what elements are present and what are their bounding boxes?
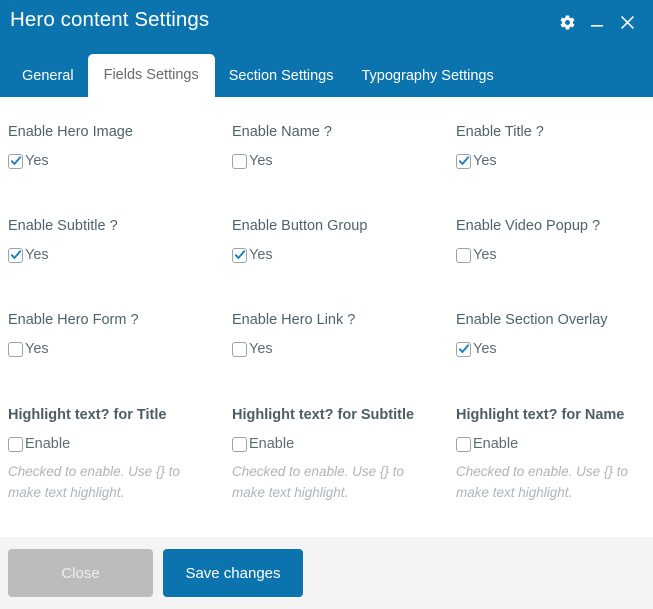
field-enable-hero-form: Enable Hero Form ? Yes bbox=[8, 311, 232, 362]
fields-settings-panel: Enable Hero Image Yes Enable Name ? Yes bbox=[0, 97, 653, 537]
checkbox-enable-name[interactable]: Yes bbox=[232, 152, 440, 170]
field-label: Highlight text? for Name bbox=[456, 407, 625, 423]
field-highlight-text-subtitle: Highlight text? for Subtitle Enable Chec… bbox=[232, 406, 456, 503]
field-help-text: Checked to enable. Use {} to make text h… bbox=[8, 464, 180, 500]
checkmark-icon bbox=[232, 341, 247, 357]
field-label: Enable Section Overlay bbox=[456, 312, 608, 328]
checkbox-label: Yes bbox=[249, 247, 273, 263]
checkbox-highlight-text-title[interactable]: Enable bbox=[8, 435, 216, 453]
tab-bar: General Fields Settings Section Settings… bbox=[0, 49, 508, 98]
close-icon[interactable] bbox=[617, 12, 637, 32]
field-enable-section-overlay: Enable Section Overlay Yes bbox=[456, 311, 645, 362]
checkbox-label: Yes bbox=[473, 247, 497, 263]
tab-typography-settings[interactable]: Typography Settings bbox=[348, 55, 508, 98]
tab-section-settings[interactable]: Section Settings bbox=[215, 55, 348, 98]
checkbox-enable-section-overlay[interactable]: Yes bbox=[456, 340, 629, 358]
checkmark-icon bbox=[8, 341, 23, 357]
checkbox-label: Yes bbox=[25, 153, 49, 169]
field-label: Enable Video Popup ? bbox=[456, 218, 601, 234]
field-help-text: Checked to enable. Use {} to make text h… bbox=[232, 464, 404, 500]
checkbox-label: Yes bbox=[25, 247, 49, 263]
field-label: Highlight text? for Title bbox=[8, 407, 167, 423]
field-label: Enable Hero Form ? bbox=[8, 312, 139, 328]
tab-fields-settings[interactable]: Fields Settings bbox=[87, 54, 215, 98]
minimize-icon[interactable] bbox=[587, 12, 607, 32]
checkbox-label: Enable bbox=[249, 436, 295, 452]
checkmark-icon bbox=[232, 436, 247, 452]
checkbox-enable-hero-image[interactable]: Yes bbox=[8, 152, 216, 170]
checkbox-highlight-text-name[interactable]: Enable bbox=[456, 435, 629, 453]
gear-icon[interactable] bbox=[557, 12, 577, 32]
checkbox-enable-hero-link[interactable]: Yes bbox=[232, 340, 440, 358]
checkmark-icon bbox=[456, 436, 471, 452]
field-enable-hero-image: Enable Hero Image Yes bbox=[8, 123, 232, 174]
checkbox-enable-hero-form[interactable]: Yes bbox=[8, 340, 216, 358]
title-row: Hero content Settings bbox=[0, 0, 653, 34]
checkbox-label: Yes bbox=[249, 341, 273, 357]
field-label: Enable Subtitle ? bbox=[8, 218, 118, 234]
field-row: Enable Hero Form ? Yes Enable Hero Link … bbox=[8, 311, 645, 362]
close-button[interactable]: Close bbox=[8, 549, 153, 597]
checkmark-icon bbox=[232, 153, 247, 169]
field-help-text: Checked to enable. Use {} to make text h… bbox=[456, 464, 628, 500]
checkmark-icon bbox=[456, 341, 471, 357]
page-title: Hero content Settings bbox=[10, 8, 210, 31]
field-label: Enable Hero Link ? bbox=[232, 312, 356, 328]
field-label: Enable Name ? bbox=[232, 124, 332, 140]
checkbox-label: Enable bbox=[473, 436, 519, 452]
tab-general[interactable]: General bbox=[8, 55, 88, 98]
checkbox-enable-video-popup[interactable]: Yes bbox=[456, 246, 629, 264]
field-enable-title: Enable Title ? Yes bbox=[456, 123, 645, 174]
field-highlight-text-title: Highlight text? for Title Enable Checked… bbox=[8, 406, 232, 503]
field-label: Enable Button Group bbox=[232, 218, 368, 234]
checkbox-highlight-text-subtitle[interactable]: Enable bbox=[232, 435, 440, 453]
field-row: Highlight text? for Title Enable Checked… bbox=[8, 406, 645, 503]
checkmark-icon bbox=[8, 153, 23, 169]
checkbox-label: Yes bbox=[25, 341, 49, 357]
field-enable-button-group: Enable Button Group Yes bbox=[232, 217, 456, 268]
checkbox-label: Yes bbox=[249, 153, 273, 169]
checkbox-label: Yes bbox=[473, 153, 497, 169]
field-row: Enable Hero Image Yes Enable Name ? Yes bbox=[8, 123, 645, 174]
field-enable-hero-link: Enable Hero Link ? Yes bbox=[232, 311, 456, 362]
settings-modal: Hero content Settings General Fields Set… bbox=[0, 0, 653, 609]
checkmark-icon bbox=[8, 247, 23, 263]
field-label: Enable Hero Image bbox=[8, 124, 133, 140]
field-enable-subtitle: Enable Subtitle ? Yes bbox=[8, 217, 232, 268]
field-label: Enable Title ? bbox=[456, 124, 544, 140]
field-highlight-text-name: Highlight text? for Name Enable Checked … bbox=[456, 406, 645, 503]
save-changes-button[interactable]: Save changes bbox=[163, 549, 303, 597]
field-enable-video-popup: Enable Video Popup ? Yes bbox=[456, 217, 645, 268]
field-label: Highlight text? for Subtitle bbox=[232, 407, 415, 423]
checkmark-icon bbox=[456, 153, 471, 169]
modal-header: Hero content Settings General Fields Set… bbox=[0, 0, 653, 98]
checkbox-label: Yes bbox=[473, 341, 497, 357]
field-enable-name: Enable Name ? Yes bbox=[232, 123, 456, 174]
field-row: Enable Subtitle ? Yes Enable Button Grou… bbox=[8, 217, 645, 268]
checkmark-icon bbox=[8, 436, 23, 452]
checkmark-icon bbox=[456, 247, 471, 263]
modal-footer: Close Save changes bbox=[0, 537, 653, 609]
checkbox-enable-button-group[interactable]: Yes bbox=[232, 246, 440, 264]
window-controls bbox=[557, 6, 637, 32]
checkmark-icon bbox=[232, 247, 247, 263]
checkbox-enable-subtitle[interactable]: Yes bbox=[8, 246, 216, 264]
checkbox-label: Enable bbox=[25, 436, 71, 452]
checkbox-enable-title[interactable]: Yes bbox=[456, 152, 629, 170]
